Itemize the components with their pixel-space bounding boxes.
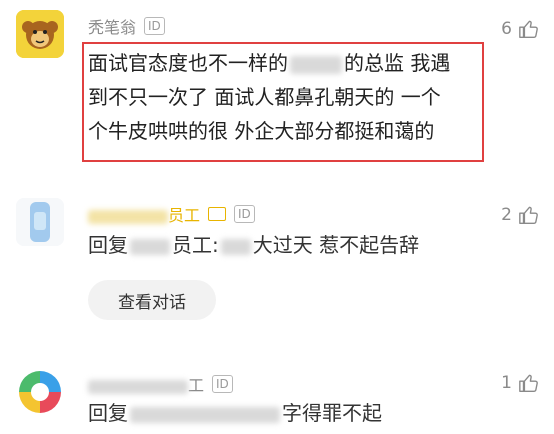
thumbs-up-icon — [519, 374, 538, 392]
id-badge: ID — [144, 17, 165, 35]
like-count: 1 — [501, 373, 512, 393]
thumbs-up-icon — [519, 20, 538, 38]
redacted-text — [290, 55, 342, 74]
username[interactable]: 员工 — [88, 202, 200, 226]
redacted-text — [130, 406, 280, 423]
like-count: 6 — [501, 19, 512, 39]
username[interactable]: 工 — [88, 372, 204, 396]
like-button[interactable]: 6 — [501, 18, 540, 40]
badge-icon — [208, 207, 227, 221]
comment-line: 的总监 我遇 — [344, 51, 451, 75]
thumbs-up-icon — [519, 206, 538, 224]
comment-line: 面试官态度也不一样的 — [88, 51, 288, 75]
redacted-username — [88, 209, 168, 224]
reply-text: 回复 员工: 大过天 惹不起告辞 — [88, 233, 420, 257]
redacted-text — [220, 238, 251, 255]
comment-text: 面试官态度也不一样的 的总监 我遇 到不只一次了 面试人都鼻孔朝天的 一个 个牛皮… — [88, 46, 478, 148]
comment-line: 到不只一次了 面试人都鼻孔朝天的 一个 — [88, 85, 441, 109]
id-badge: ID — [234, 205, 255, 223]
colorful-logo-avatar-icon[interactable] — [16, 368, 64, 416]
bottle-avatar-icon[interactable] — [16, 198, 64, 246]
comment-line: 个牛皮哄哄的很 外企大部分都挺和蔼的 — [88, 119, 435, 143]
view-conversation-button[interactable]: 查看对话 — [88, 280, 216, 320]
redacted-username — [88, 379, 188, 394]
comment-item: 工 ID 回复 字得罪不起 1 — [0, 360, 554, 434]
redacted-text — [130, 238, 170, 255]
like-button[interactable]: 1 — [501, 372, 540, 394]
like-button[interactable]: 2 — [501, 204, 540, 226]
comment-item: 员工 ID 回复 员工: 大过天 惹不起告辞 2 查看对话 — [0, 190, 554, 340]
reply-text: 回复 字得罪不起 — [88, 401, 382, 425]
username[interactable]: 秃笔翁 — [88, 14, 136, 38]
id-badge: ID — [212, 375, 233, 393]
comment-item: 秃笔翁 ID 面试官态度也不一样的 的总监 我遇 到不只一次了 面试人都鼻孔朝天的… — [0, 0, 554, 180]
like-count: 2 — [501, 205, 512, 225]
monkey-avatar-icon[interactable] — [16, 10, 64, 58]
